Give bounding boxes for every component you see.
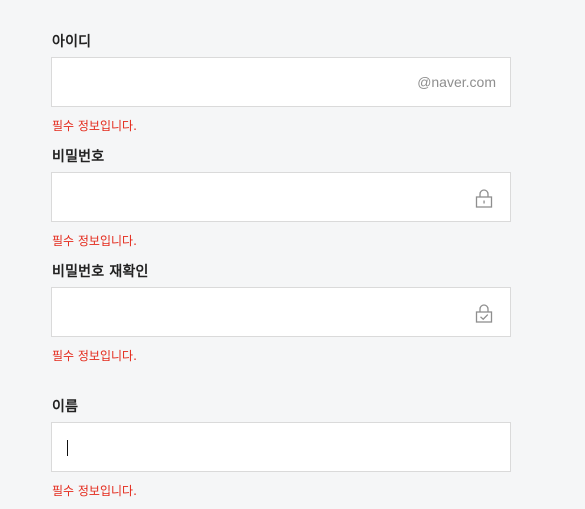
- lock-icon: [475, 189, 493, 208]
- lock-check-icon: [475, 304, 493, 323]
- name-input[interactable]: [52, 423, 510, 471]
- password-error-message: 필수 정보입니다.: [52, 234, 137, 248]
- password-confirm-field-box[interactable]: [51, 287, 511, 337]
- password-confirm-label: 비밀번호 재확인: [52, 264, 149, 280]
- id-label: 아이디: [52, 34, 92, 50]
- password-confirm-input[interactable]: [52, 288, 510, 336]
- password-field-box[interactable]: [51, 172, 511, 222]
- name-error-message: 필수 정보입니다.: [52, 484, 137, 498]
- name-field-box[interactable]: [51, 422, 511, 472]
- id-error-message: 필수 정보입니다.: [52, 119, 137, 133]
- id-field-box[interactable]: @naver.com: [51, 57, 511, 107]
- name-label: 이름: [52, 399, 79, 415]
- password-label: 비밀번호: [52, 149, 105, 165]
- password-confirm-error-message: 필수 정보입니다.: [52, 349, 137, 363]
- password-input[interactable]: [52, 173, 510, 221]
- id-domain-suffix: @naver.com: [417, 74, 496, 90]
- text-cursor: [67, 440, 68, 456]
